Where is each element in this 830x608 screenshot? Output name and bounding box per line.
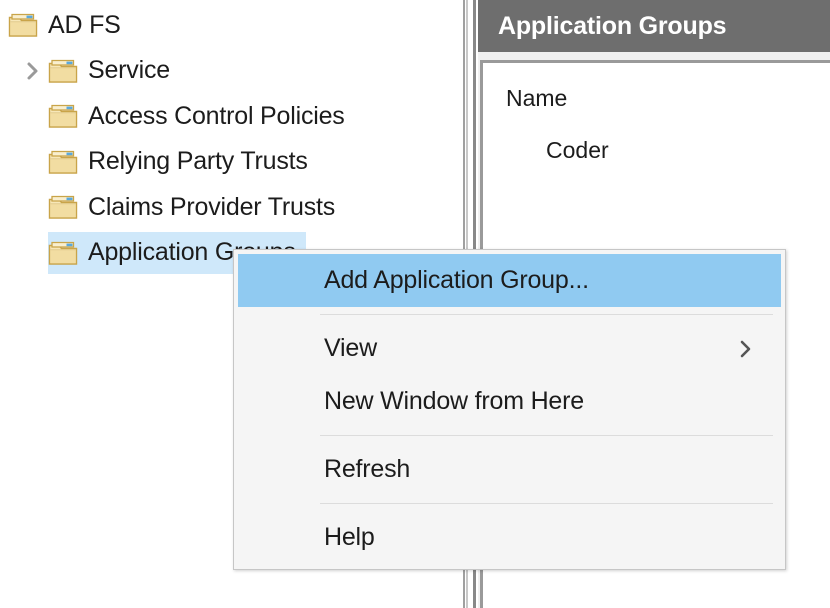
folder-icon (48, 58, 78, 84)
tree-item-content[interactable]: AD FS (8, 4, 131, 46)
tree-item-content[interactable]: Relying Party Trusts (48, 141, 318, 183)
menu-item-label: Help (324, 523, 375, 551)
tree-item-service[interactable]: Service (18, 50, 180, 92)
tree-item-label: Claims Provider Trusts (88, 192, 336, 221)
menu-item-label: Refresh (324, 455, 411, 483)
menu-item-label: View (324, 334, 377, 362)
menu-item-label: Add Application Group... (324, 266, 589, 294)
menu-item-add-application-group[interactable]: Add Application Group... (238, 254, 781, 307)
tree-item-label: Access Control Policies (88, 101, 345, 130)
tree-item-label: Service (88, 56, 170, 84)
tree-item-ad-fs[interactable]: AD FS (8, 4, 131, 46)
tree-item-claims-provider-trusts[interactable]: Claims Provider Trusts (18, 186, 345, 228)
results-pane-title: Application Groups (498, 11, 727, 40)
folder-icon (48, 194, 78, 220)
menu-item-view[interactable]: View (238, 322, 781, 375)
tree-item-label: Relying Party Trusts (88, 147, 308, 175)
tree-item-content[interactable]: Access Control Policies (48, 95, 355, 137)
context-menu[interactable]: Add Application Group... View New Window f… (233, 249, 786, 570)
menu-separator (320, 435, 773, 436)
menu-item-label: New Window from Here (324, 387, 584, 415)
chevron-right-icon[interactable] (18, 50, 48, 92)
folder-icon (48, 240, 78, 266)
list-item[interactable]: Coder (546, 137, 609, 164)
menu-item-help[interactable]: Help (238, 511, 781, 564)
menu-separator (320, 314, 773, 315)
menu-item-refresh[interactable]: Refresh (238, 443, 781, 496)
tree-item-label: AD FS (48, 10, 121, 39)
results-pane-header: Application Groups (478, 0, 830, 52)
folder-icon (8, 12, 38, 38)
folder-icon (48, 149, 78, 175)
tree-item-relying-party-trusts[interactable]: Relying Party Trusts (18, 141, 318, 183)
column-header-name[interactable]: Name (506, 85, 567, 112)
menu-separator (320, 503, 773, 504)
tree-item-content[interactable]: Claims Provider Trusts (48, 186, 345, 228)
submenu-chevron-right-icon (737, 338, 755, 360)
menu-item-new-window-from-here[interactable]: New Window from Here (238, 375, 781, 428)
folder-icon (48, 103, 78, 129)
tree-item-access-control-policies[interactable]: Access Control Policies (18, 95, 355, 137)
tree-item-content[interactable]: Service (48, 50, 180, 92)
